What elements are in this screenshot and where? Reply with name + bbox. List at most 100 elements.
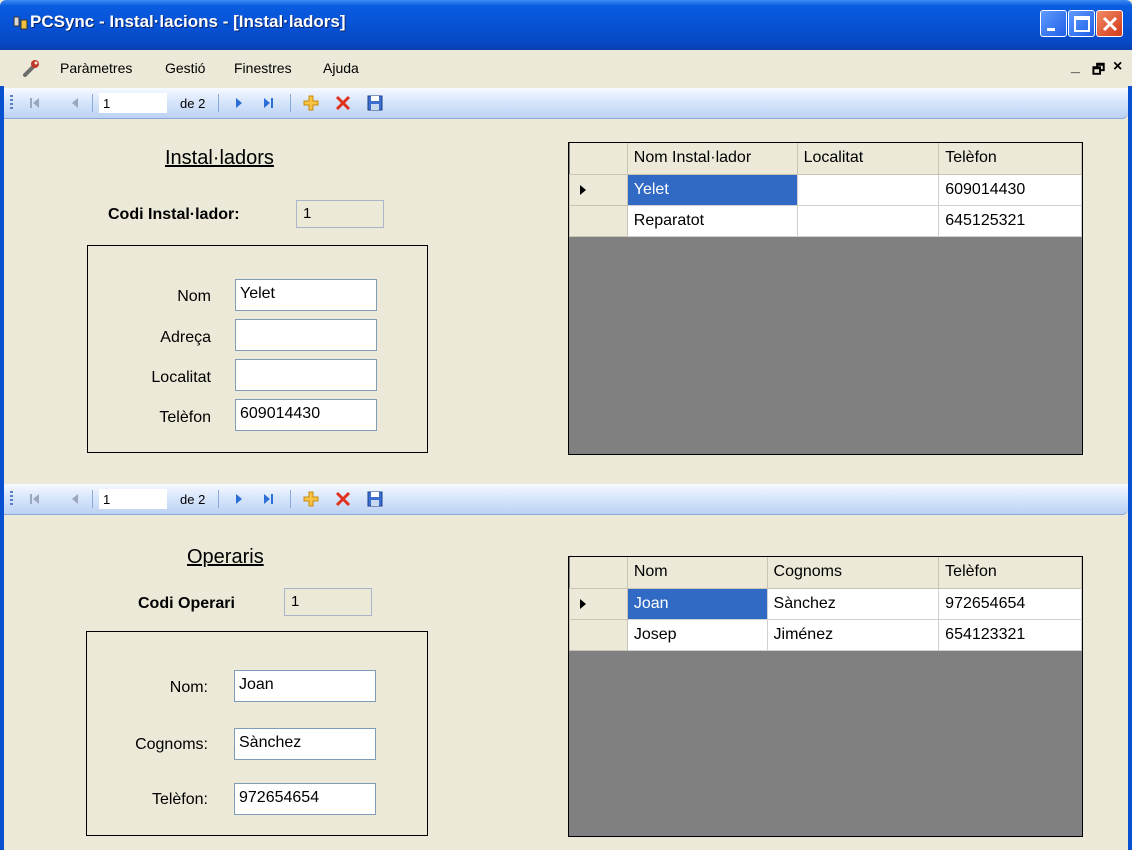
table-cell[interactable]: Jiménez xyxy=(766,618,940,651)
window-border-right xyxy=(1128,86,1132,850)
move-first-icon[interactable] xyxy=(26,94,44,112)
add-new-icon[interactable] xyxy=(302,94,320,112)
window-title: PCSync - Instal·lacions - [Instal·ladors… xyxy=(30,12,346,31)
toolstrip-grip[interactable] xyxy=(10,95,13,111)
count-label: de 2 xyxy=(180,492,206,507)
mdi-close-button[interactable]: × xyxy=(1113,58,1122,76)
operator-phone-input[interactable]: 972654654 xyxy=(234,783,376,815)
operator-details-group: Nom: Joan Cognoms: Sànchez Telèfon: 9726… xyxy=(86,631,428,836)
row-header[interactable] xyxy=(569,204,628,237)
operator-phone-label: Telèfon: xyxy=(151,791,208,808)
installers-title: Instal·ladors xyxy=(165,147,274,169)
row-header[interactable] xyxy=(569,618,628,651)
installer-name-label: Nom xyxy=(177,288,211,305)
move-next-icon[interactable] xyxy=(230,490,248,508)
installer-name-input[interactable]: Yelet xyxy=(235,279,377,311)
installer-details-group: Nom Yelet Adreça Localitat Telèfon 60901… xyxy=(87,245,428,453)
operator-name-input[interactable]: Joan xyxy=(234,670,376,702)
maximize-button[interactable] xyxy=(1068,10,1095,37)
menu-parametres[interactable]: Paràmetres xyxy=(60,60,132,76)
move-last-icon[interactable] xyxy=(260,490,278,508)
table-cell[interactable]: 972654654 xyxy=(938,587,1082,620)
table-cell[interactable]: 645125321 xyxy=(938,204,1082,237)
table-row[interactable]: Reparatot 645125321 xyxy=(569,204,1082,237)
operator-name-label: Nom: xyxy=(169,679,208,696)
current-row-arrow-icon xyxy=(580,598,586,609)
position-input[interactable] xyxy=(99,93,167,113)
table-cell[interactable]: 609014430 xyxy=(938,173,1082,206)
move-previous-icon[interactable] xyxy=(66,490,84,508)
grid-corner-header xyxy=(569,143,628,175)
column-header[interactable]: Nom Instal·lador xyxy=(627,143,798,175)
table-cell[interactable]: Sànchez xyxy=(766,587,940,620)
app-icon xyxy=(13,16,28,30)
maximize-icon xyxy=(1074,16,1090,32)
toolstrip-separator xyxy=(92,94,93,112)
installer-address-label: Adreça xyxy=(160,329,211,346)
operator-code-field[interactable]: 1 xyxy=(284,588,372,616)
row-header[interactable] xyxy=(569,173,628,206)
toolstrip-separator xyxy=(218,94,219,112)
minimize-icon xyxy=(1047,28,1055,31)
toolstrip-separator xyxy=(218,490,219,508)
operator-surnames-input[interactable]: Sànchez xyxy=(234,728,376,760)
mdi-minimize-button[interactable]: _ xyxy=(1071,58,1080,76)
table-cell[interactable]: Yelet xyxy=(626,173,798,206)
menu-finestres[interactable]: Finestres xyxy=(234,60,292,76)
table-cell[interactable]: Joan xyxy=(626,587,768,620)
column-header[interactable]: Telèfon xyxy=(938,557,1082,589)
table-cell[interactable]: Reparatot xyxy=(626,204,798,237)
wrench-icon[interactable] xyxy=(22,58,42,78)
move-next-icon[interactable] xyxy=(230,94,248,112)
column-header[interactable]: Telèfon xyxy=(938,143,1082,175)
delete-icon[interactable] xyxy=(334,490,352,508)
delete-icon[interactable] xyxy=(334,94,352,112)
move-previous-icon[interactable] xyxy=(66,94,84,112)
row-header[interactable] xyxy=(569,587,628,620)
table-cell[interactable] xyxy=(796,204,940,237)
table-row[interactable]: Yelet 609014430 xyxy=(569,173,1082,206)
installer-phone-label: Telèfon xyxy=(159,409,211,426)
grid-corner-header xyxy=(569,557,628,589)
count-label: de 2 xyxy=(180,96,206,111)
add-new-icon[interactable] xyxy=(302,490,320,508)
toolstrip-grip[interactable] xyxy=(10,491,13,507)
position-input[interactable] xyxy=(99,489,167,509)
table-cell[interactable] xyxy=(796,173,940,206)
operators-title: Operaris xyxy=(187,546,264,568)
column-header[interactable]: Nom xyxy=(627,557,768,589)
table-cell[interactable]: 654123321 xyxy=(938,618,1082,651)
menu-gestio[interactable]: Gestió xyxy=(165,60,205,76)
operator-surnames-label: Cognoms: xyxy=(135,736,208,753)
installer-code-field[interactable]: 1 xyxy=(296,200,384,228)
window-titlebar[interactable]: PCSync - Instal·lacions - [Instal·ladors… xyxy=(0,0,1132,50)
mdi-restore-button[interactable]: 🗗 xyxy=(1092,59,1105,83)
table-row[interactable]: Josep Jiménez 654123321 xyxy=(569,618,1082,651)
menu-ajuda[interactable]: Ajuda xyxy=(323,60,359,76)
installer-code-label: Codi Instal·lador: xyxy=(108,206,240,223)
operators-grid[interactable]: Nom Cognoms Telèfon Joan Sànchez 9726546… xyxy=(568,556,1083,837)
toolstrip-separator xyxy=(290,490,291,508)
move-last-icon[interactable] xyxy=(260,94,278,112)
column-header[interactable]: Cognoms xyxy=(767,557,940,589)
move-first-icon[interactable] xyxy=(26,490,44,508)
table-cell[interactable]: Josep xyxy=(626,618,768,651)
operators-navigator: de 2 xyxy=(4,484,1128,515)
installer-address-input[interactable] xyxy=(235,319,377,351)
close-icon xyxy=(1102,16,1118,32)
installers-navigator: de 2 xyxy=(4,88,1128,119)
save-icon[interactable] xyxy=(366,490,384,508)
operator-code-label: Codi Operari xyxy=(138,595,235,612)
close-button[interactable] xyxy=(1096,10,1123,37)
toolstrip-separator xyxy=(92,490,93,508)
current-row-arrow-icon xyxy=(580,184,586,195)
table-row[interactable]: Joan Sànchez 972654654 xyxy=(569,587,1082,620)
installers-grid[interactable]: Nom Instal·lador Localitat Telèfon Yelet… xyxy=(568,142,1083,455)
minimize-button[interactable] xyxy=(1040,10,1067,37)
save-icon[interactable] xyxy=(366,94,384,112)
column-header[interactable]: Localitat xyxy=(797,143,940,175)
installer-phone-input[interactable]: 609014430 xyxy=(235,399,377,431)
installer-locality-input[interactable] xyxy=(235,359,377,391)
menu-bar: Paràmetres Gestió Finestres Ajuda _ 🗗 × xyxy=(0,50,1132,86)
window-border-left xyxy=(0,86,4,850)
